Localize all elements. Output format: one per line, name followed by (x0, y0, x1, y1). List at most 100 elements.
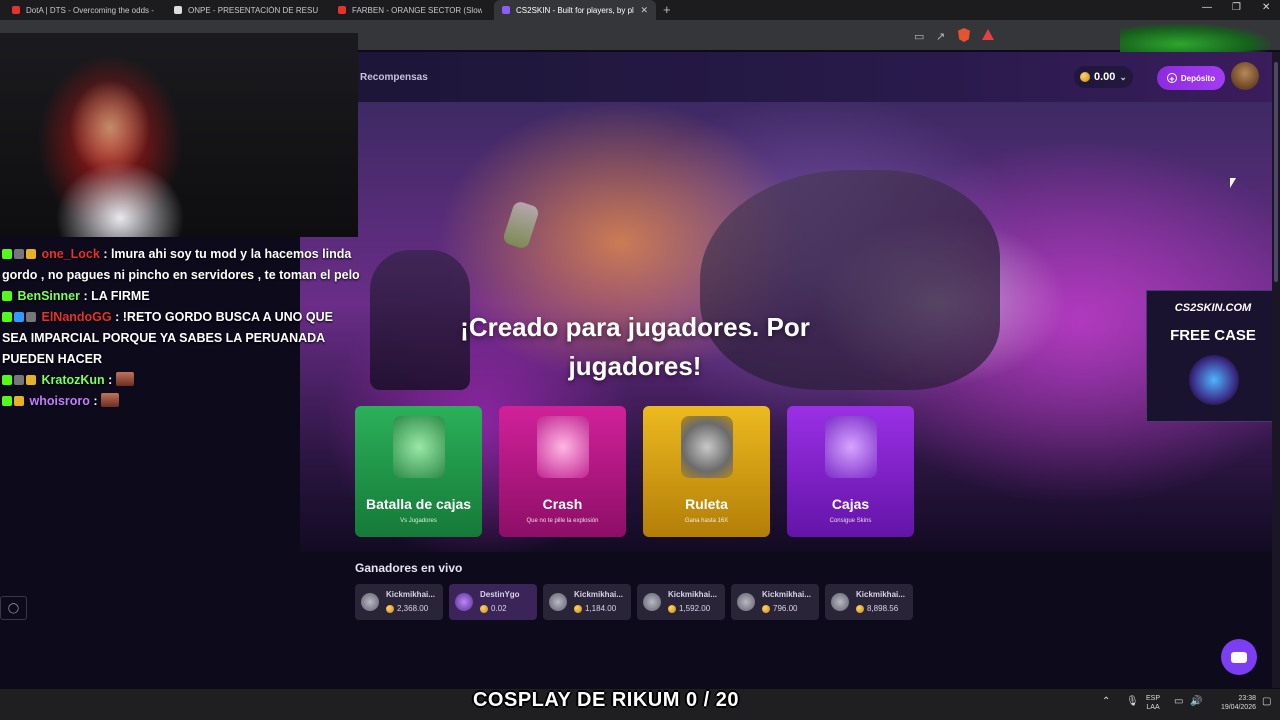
cs2skin-favicon-icon (502, 6, 510, 14)
network-icon[interactable]: ▭ (1174, 696, 1183, 707)
volume-icon[interactable]: 🔊 (1190, 696, 1202, 707)
bomb-icon (537, 416, 589, 478)
kick-badge-icon (2, 249, 12, 259)
nav-rewards-link[interactable]: Recompensas (360, 72, 428, 83)
stream-chat: one_Lock : lmura ahi soy tu mod y la hac… (0, 244, 360, 412)
browser-tab[interactable]: ONPE - PRESENTACIÓN DE RESULTAD (166, 0, 326, 20)
minimize-icon[interactable]: — (1202, 2, 1212, 13)
mod-badge-icon (26, 312, 36, 322)
mode-title: Cajas (831, 496, 870, 512)
mode-card-crash[interactable]: Crash Que no te pille la explosión (499, 406, 626, 537)
mode-subtitle: Consigue Skins (829, 518, 872, 524)
winner-item[interactable]: Kickmikhai... 1,592.00 (637, 584, 725, 620)
lang-top: ESP (1146, 695, 1161, 702)
winner-name: Kickmikhai... (762, 590, 811, 599)
site-header (358, 52, 1280, 102)
kick-badge-icon (2, 312, 12, 322)
deposit-label: Depósito (1180, 73, 1216, 83)
tab-title: ONPE - PRESENTACIÓN DE RESULTAD (188, 5, 318, 15)
chat-message: whoisroro : (0, 391, 360, 412)
chat-bubble-icon (1231, 651, 1247, 663)
mode-subtitle: Vs Jugadores (400, 518, 437, 524)
case-icon (455, 593, 473, 611)
brave-rewards-icon[interactable] (982, 29, 994, 40)
skin-icon (643, 593, 661, 611)
crown-badge-icon (26, 249, 36, 259)
chat-text: : LA FIRME (83, 289, 150, 303)
free-case-promo[interactable]: CS2SKIN.COM FREE CASE (1146, 290, 1280, 422)
chevron-up-icon[interactable]: ⌃ (1102, 696, 1110, 707)
coin-icon (1080, 72, 1090, 82)
winner-amount: 1,184.00 (585, 604, 617, 613)
mouse-cursor-icon (1230, 178, 1236, 188)
mode-title: Ruleta (685, 496, 728, 512)
browser-tab-active[interactable]: CS2SKIN - Built for players, by pl ✕ (494, 0, 656, 20)
mode-subtitle: Gana hasta 16X (684, 518, 729, 524)
winner-name: Kickmikhai... (856, 590, 905, 599)
winner-item[interactable]: Kickmikhai... 2,368.00 (355, 584, 443, 620)
chat-username: KratozKun (41, 373, 105, 387)
crossed-swords-icon (393, 416, 445, 478)
clock[interactable]: 23:38 19/04/2026 (1210, 694, 1256, 712)
language-indicator[interactable]: ESP LAA (1146, 694, 1160, 712)
winner-amount: 0.02 (491, 604, 507, 613)
restore-icon[interactable]: ❐ (1232, 2, 1241, 13)
chat-message: BenSinner : LA FIRME (0, 286, 360, 307)
promo-site: CS2SKIN.COM (1174, 302, 1252, 314)
winner-item[interactable]: Kickmikhai... 1,184.00 (543, 584, 631, 620)
stream-goal-title: COSPLAY DE RIKUM 0 / 20 (472, 689, 740, 711)
promo-character-art (1189, 355, 1239, 405)
youtube-favicon-icon (338, 6, 346, 14)
notification-icon[interactable]: ▢ (1262, 696, 1271, 707)
coin-icon (386, 604, 394, 613)
chat-text: : (93, 394, 98, 408)
winner-amount: 796.00 (773, 604, 798, 613)
browser-tab[interactable]: DotA | DTS - Overcoming the odds - (4, 0, 164, 20)
lang-bottom: LAA (1146, 704, 1160, 711)
new-tab-plus-icon[interactable]: + (663, 2, 671, 17)
winner-item[interactable]: DestinYgo 0.02 (449, 584, 537, 620)
winner-name: Kickmikhai... (668, 590, 717, 599)
mode-card-roulette[interactable]: Ruleta Gana hasta 16X (643, 406, 770, 537)
winner-name: Kickmikhai... (386, 590, 435, 599)
winner-item[interactable]: Kickmikhai... 796.00 (731, 584, 819, 620)
mode-card-box-battle[interactable]: Batalla de cajas Vs Jugadores (355, 406, 482, 537)
winner-amount: 2,368.00 (397, 604, 429, 613)
streamer-webcam (0, 33, 358, 237)
coin-icon (856, 604, 864, 613)
cast-icon[interactable]: ▭ (914, 30, 924, 43)
tab-title: FARBEN - ORANGE SECTOR (Slow (352, 5, 482, 15)
support-chat-button[interactable] (1221, 639, 1257, 675)
page-favicon-icon (174, 6, 182, 14)
plus-circle-icon: + (1166, 73, 1177, 84)
share-icon[interactable]: ↗ (936, 30, 945, 43)
chat-bubble-icon[interactable]: ◯ (0, 596, 27, 620)
scrollbar-thumb[interactable] (1274, 62, 1278, 282)
case-box-icon (825, 416, 877, 478)
microphone-icon[interactable]: 🎙 (1126, 696, 1139, 707)
mod-badge-icon (14, 375, 24, 385)
chat-username: BenSinner (17, 289, 80, 303)
user-avatar[interactable] (1231, 62, 1259, 90)
chat-username: whoisroro (29, 394, 90, 408)
clock-time: 23:38 (1238, 695, 1256, 702)
coin-icon (668, 604, 676, 613)
mode-card-cases[interactable]: Cajas Consigue Skins (787, 406, 914, 537)
clock-date: 19/04/2026 (1220, 704, 1256, 711)
deposit-button[interactable]: + Depósito (1157, 66, 1225, 90)
close-icon[interactable]: ✕ (1262, 2, 1270, 13)
close-tab-icon[interactable]: ✕ (640, 5, 648, 16)
browser-tab[interactable]: FARBEN - ORANGE SECTOR (Slow (330, 0, 490, 20)
winner-item[interactable]: Kickmikhai... 8,898.56 (825, 584, 913, 620)
balance-value: 0.00 (1094, 71, 1116, 83)
balance-dropdown[interactable]: 0.00 ⌄ (1074, 66, 1133, 88)
emote-icon (115, 372, 134, 386)
kick-badge-icon (2, 375, 12, 385)
chat-message: KratozKun : (0, 370, 360, 391)
crown-badge-icon (26, 375, 36, 385)
chat-username: ElNandoGG (41, 310, 112, 324)
winner-name: Kickmikhai... (574, 590, 623, 599)
youtube-favicon-icon (12, 6, 20, 14)
winner-amount: 1,592.00 (679, 604, 711, 613)
browser-tab-strip: DotA | DTS - Overcoming the odds - ONPE … (0, 0, 1280, 20)
